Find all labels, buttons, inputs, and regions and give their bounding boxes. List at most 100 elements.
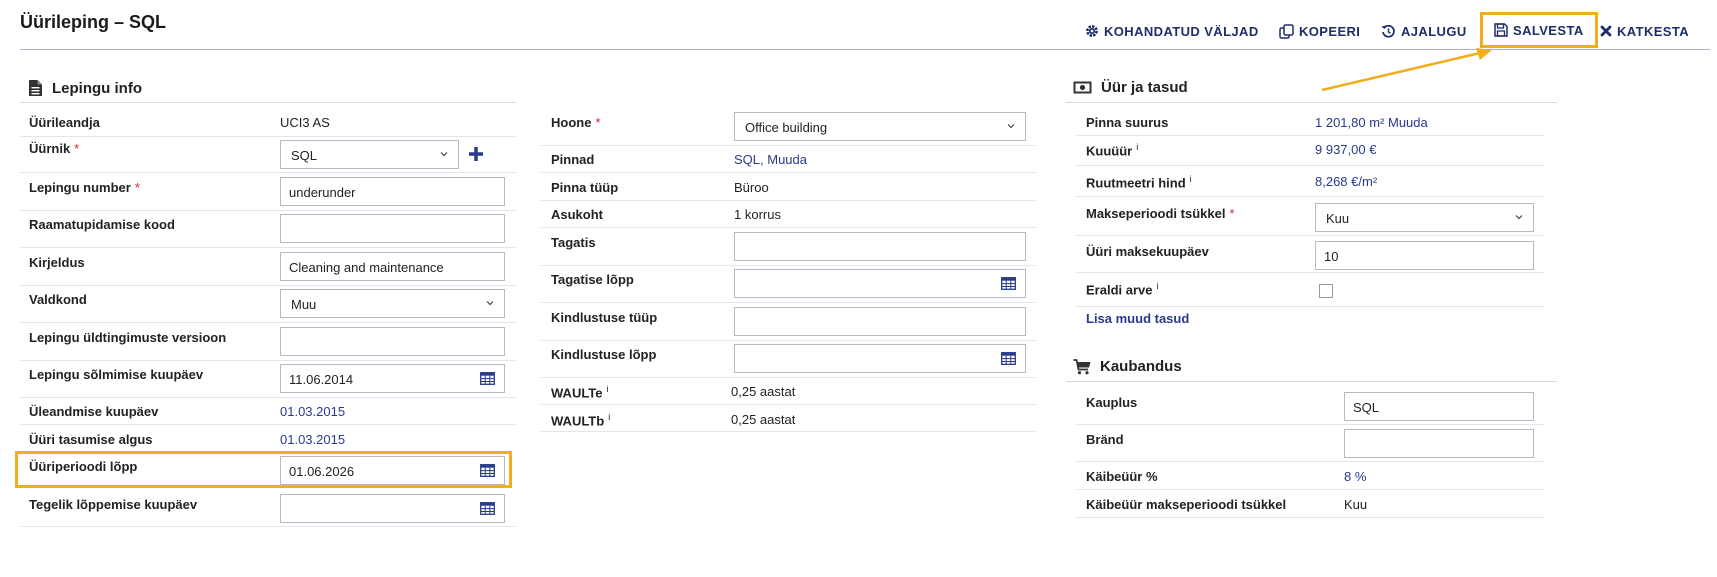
add-other-fees-link[interactable]: Lisa muud tasud (1086, 311, 1189, 326)
section-divider (1066, 381, 1557, 382)
info-icon[interactable]: i (1190, 174, 1192, 184)
row-divider (1076, 196, 1544, 197)
deposit-input[interactable] (734, 232, 1026, 261)
row-divider (20, 424, 516, 425)
calendar-icon[interactable] (1001, 352, 1016, 365)
insurance-end-label: Kindlustuse lõpp (551, 347, 657, 362)
save-icon (1494, 23, 1508, 37)
turnover-rent-value: 8 % (1344, 469, 1367, 484)
signing-date-input[interactable]: 11.06.2014 (280, 364, 505, 393)
info-icon[interactable]: i (608, 412, 610, 422)
annotation-arrow (1321, 48, 1492, 92)
row-divider (541, 340, 1036, 341)
calendar-icon[interactable] (480, 502, 495, 515)
landlord-label: Üürileandja (29, 115, 100, 130)
row-divider (20, 136, 516, 137)
row-divider (1076, 272, 1544, 273)
turnover-cycle-label: Käibeüür makseperioodi tsükkel (1086, 497, 1287, 512)
contract-info-title: Lepingu info (52, 79, 142, 97)
row-divider (20, 360, 516, 361)
signing-date-value: 11.06.2014 (289, 372, 354, 387)
commerce-header: Kaubandus (1073, 358, 1182, 375)
payment-cycle-select[interactable]: Kuu (1315, 203, 1534, 232)
brand-input[interactable] (1344, 429, 1534, 458)
custom-fields-button[interactable]: KOHANDATUD VÄLJAD (1085, 16, 1259, 46)
required-marker: * (1229, 206, 1235, 221)
deposit-end-label: Tagatise lõpp (551, 272, 634, 287)
calendar-icon[interactable] (480, 372, 495, 385)
separate-invoice-checkbox[interactable] (1319, 284, 1333, 298)
handover-date-value: 01.03.2015 (280, 404, 346, 419)
monthly-rent-label-text: Kuuüür (1086, 143, 1133, 159)
contract-number-input[interactable]: underunder (280, 177, 505, 206)
building-select[interactable]: Office building (734, 112, 1026, 141)
payment-day-input[interactable]: 10 (1315, 241, 1534, 270)
info-icon[interactable]: i (1136, 142, 1138, 152)
history-button[interactable]: AJALUGU (1381, 16, 1467, 46)
calendar-icon[interactable] (480, 464, 495, 477)
chevron-down-icon (1515, 215, 1523, 220)
save-label: SALVESTA (1513, 22, 1584, 38)
page-title: Üürileping – SQL (20, 12, 167, 32)
history-label: AJALUGU (1401, 23, 1467, 39)
description-input[interactable]: Cleaning and maintenance (280, 252, 505, 281)
premises-type-value: Büroo (734, 180, 769, 195)
row-divider (541, 404, 1036, 405)
location-label: Asukoht (551, 207, 603, 222)
insurance-end-input[interactable] (734, 344, 1026, 373)
info-icon[interactable]: i (607, 384, 609, 394)
payment-day-label: Üüri maksekuupäev (1086, 244, 1209, 259)
add-tenant-icon[interactable] (467, 145, 485, 163)
chevron-down-icon (440, 152, 448, 157)
row-divider (20, 247, 516, 248)
domain-label: Valdkond (29, 292, 87, 307)
copy-button[interactable]: KOPEERI (1279, 16, 1360, 46)
building-select-value: Office building (745, 120, 828, 135)
general-terms-input[interactable] (280, 327, 505, 356)
description-label: Kirjeldus (29, 255, 85, 270)
row-divider (1076, 517, 1544, 518)
row-divider (20, 526, 516, 527)
accounting-code-input[interactable] (280, 214, 505, 243)
accounting-code-label: Raamatupidamise kood (29, 217, 175, 232)
payment-cycle-label-text: Makseperioodi tsükkel (1086, 206, 1226, 221)
monthly-rent-label: Kuuüür i (1086, 142, 1138, 158)
wault-b-label-text: WAULTb (551, 413, 605, 429)
row-divider (20, 172, 516, 173)
actual-end-date-label: Tegelik lõppemise kuupäev (29, 497, 198, 512)
actual-end-date-input[interactable] (280, 494, 505, 523)
tenant-select[interactable]: SQL (280, 140, 459, 169)
row-divider (541, 227, 1036, 228)
domain-select[interactable]: Muu (280, 289, 505, 318)
row-divider (541, 265, 1036, 266)
shop-input[interactable]: SQL (1344, 392, 1534, 421)
separate-invoice-label-text: Eraldi arve (1086, 282, 1153, 298)
calendar-icon[interactable] (1001, 277, 1016, 290)
handover-date-label: Üleandmise kuupäev (29, 404, 159, 419)
row-divider (20, 210, 516, 211)
row-divider (1076, 489, 1544, 490)
deposit-end-input[interactable] (734, 269, 1026, 298)
info-icon[interactable]: i (1157, 281, 1159, 291)
lease-period-end-value: 01.06.2026 (289, 464, 355, 479)
cancel-label: KATKESTA (1617, 23, 1690, 39)
lease-period-end-label: Üüriperioodi lõpp (29, 459, 138, 474)
insurance-type-label: Kindlustuse tüüp (551, 310, 658, 325)
turnover-cycle-value: Kuu (1344, 497, 1368, 512)
insurance-type-input[interactable] (734, 307, 1026, 336)
contract-info-header: Lepingu info (28, 79, 142, 97)
money-icon (1073, 81, 1092, 94)
sqm-price-label: Ruutmeetri hind i (1086, 174, 1192, 190)
area-value[interactable]: 1 201,80 m² Muuda (1315, 115, 1428, 130)
row-divider (541, 145, 1036, 146)
required-marker: * (74, 141, 80, 156)
cancel-button[interactable]: KATKESTA (1600, 16, 1689, 46)
wault-e-value: 0,25 aastat (731, 384, 796, 399)
lease-period-end-input[interactable]: 01.06.2026 (280, 456, 505, 485)
premises-link[interactable]: SQL, Muuda (734, 152, 807, 167)
save-button[interactable]: SALVESTA (1480, 12, 1598, 48)
wault-e-label: WAULTe i (551, 384, 609, 400)
header-divider (20, 49, 1710, 50)
shop-label: Kauplus (1086, 395, 1138, 410)
building-label-text: Hoone (551, 115, 592, 130)
